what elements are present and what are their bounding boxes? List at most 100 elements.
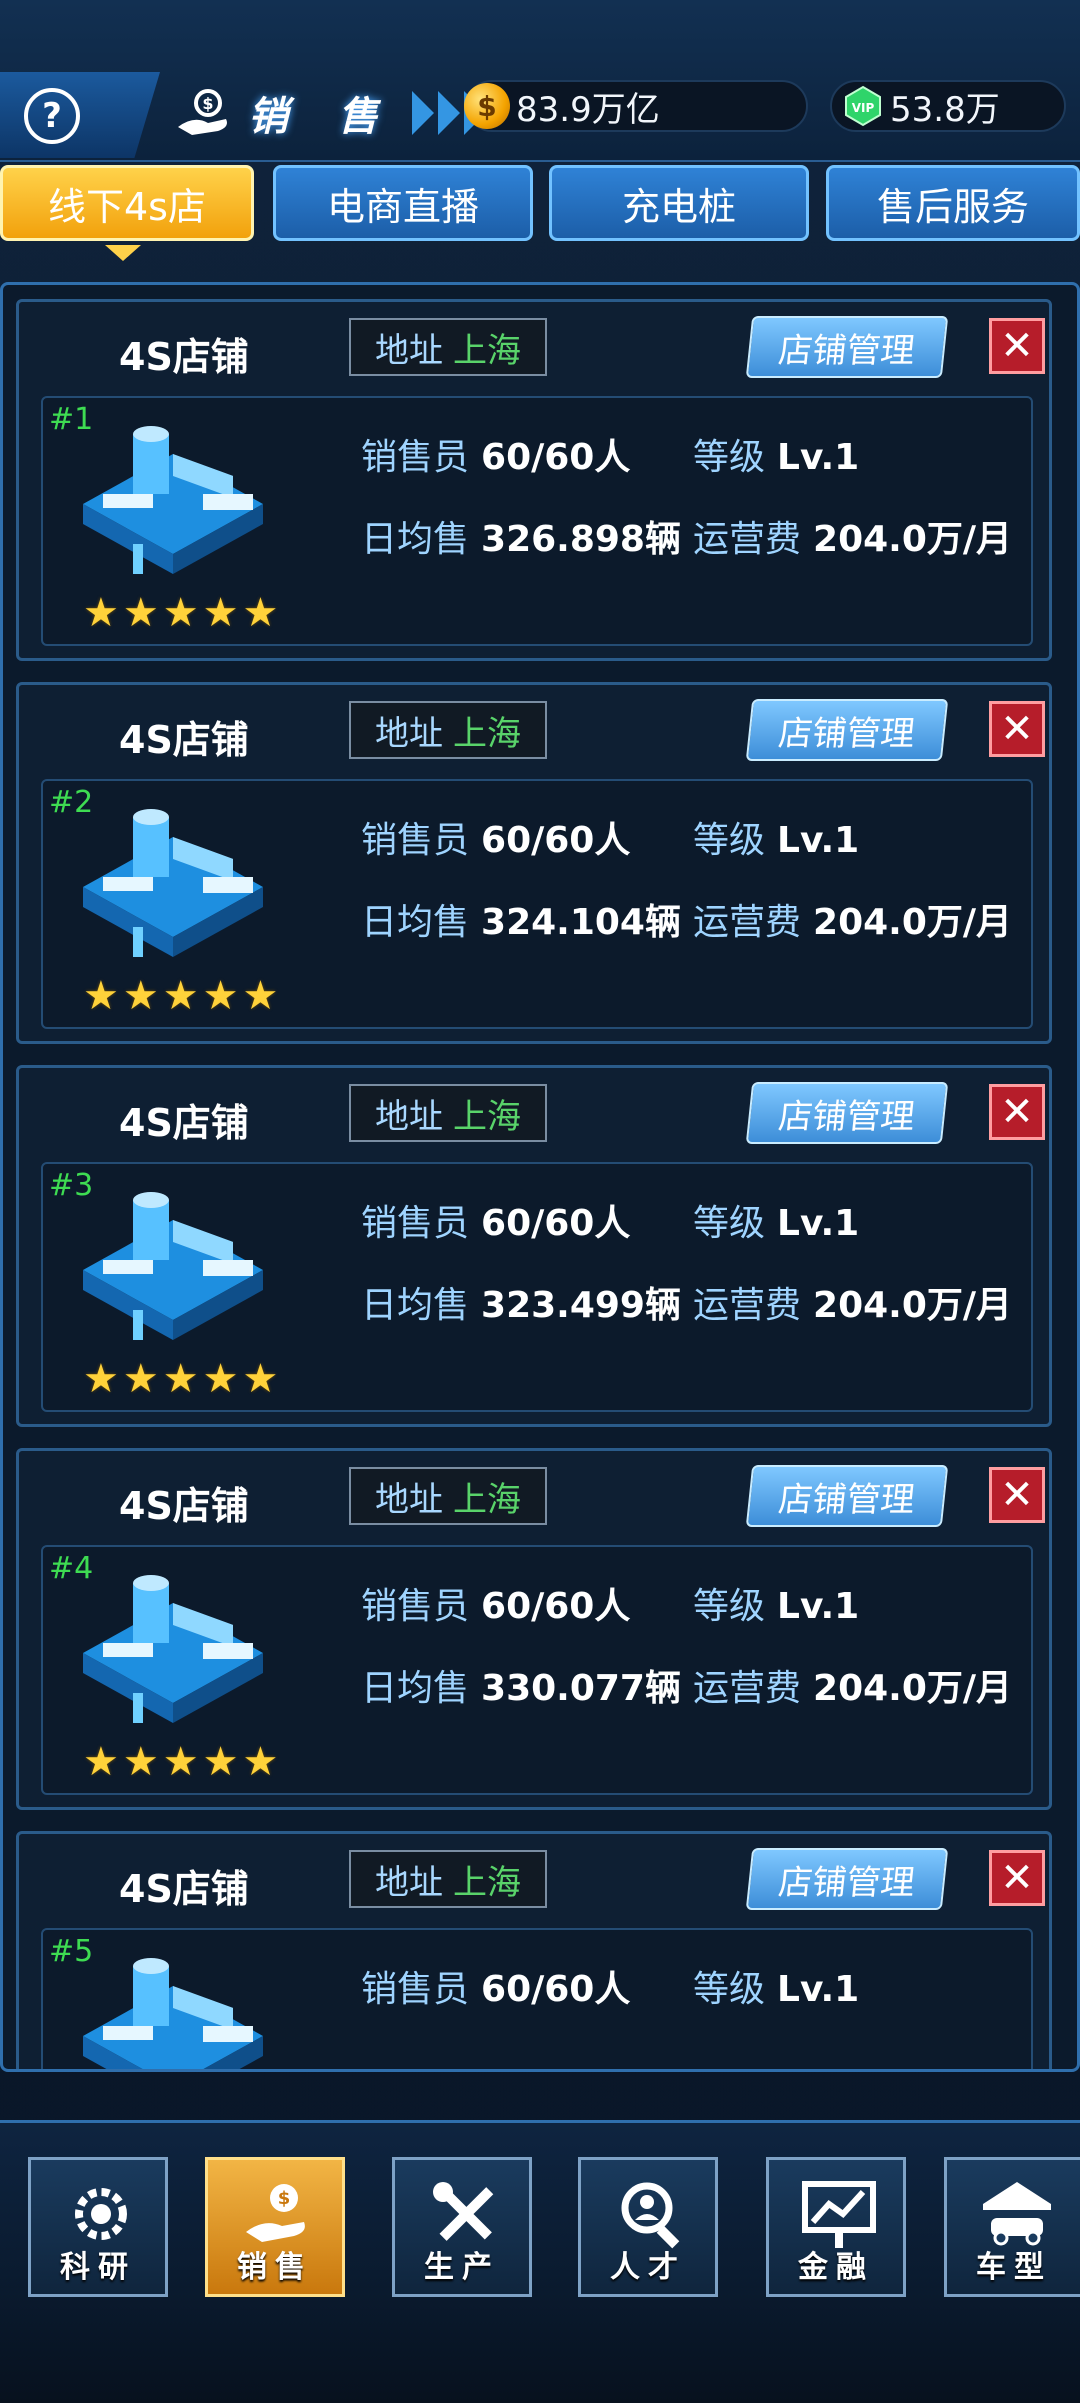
- nav-car-models[interactable]: 车型: [944, 2157, 1080, 2297]
- star-icon: ★: [162, 590, 199, 636]
- star-rating: ★ ★ ★ ★ ★: [83, 1742, 278, 1782]
- store-manage-button[interactable]: 店铺管理: [745, 316, 949, 378]
- staff-label: 销售员: [361, 1203, 470, 1244]
- address-city: 上海: [453, 1862, 521, 1903]
- level-value: Lv.1: [777, 1586, 860, 1627]
- level-value: Lv.1: [777, 1969, 860, 2010]
- store-card: 4S店铺 地址 上海 店铺管理 ✕ #5 销售员 60/60人 等级 Lv.1: [16, 1831, 1052, 2069]
- nav-finance[interactable]: 金融: [766, 2157, 906, 2297]
- staff-value: 60/60人: [481, 1969, 631, 2010]
- address-label: 地址: [375, 1096, 443, 1137]
- gem-currency: VIP 53.8万: [830, 80, 1066, 132]
- nav-production[interactable]: 生产: [392, 2157, 532, 2297]
- star-rating: ★ ★ ★ ★ ★: [83, 593, 278, 633]
- car-garage-icon: [983, 2182, 1051, 2246]
- svg-text:VIP: VIP: [852, 101, 875, 115]
- page-title-badge: $ 销 售: [172, 78, 486, 148]
- gold-currency: $ 83.9万亿: [464, 80, 808, 132]
- staff-value: 60/60人: [481, 820, 631, 861]
- star-icon: ★: [83, 590, 119, 636]
- store-manage-button[interactable]: 店铺管理: [745, 699, 949, 761]
- sales-money-hand-icon: $: [246, 2184, 305, 2242]
- bottom-nav: 科研 $ 销售 生产 人才 金融 车型: [0, 2120, 1080, 2403]
- star-icon: ★: [242, 1739, 279, 1785]
- address-city: 上海: [453, 330, 521, 371]
- store-rank: #3: [49, 1168, 94, 1203]
- level-label: 等级: [693, 1969, 766, 2010]
- store-card: 4S店铺 地址 上海 店铺管理 ✕ #3 ★ ★ ★ ★ ★ 销售员 60/60…: [16, 1065, 1052, 1427]
- level-stat: 等级 Lv.1: [693, 1194, 859, 1246]
- gem-amount: 53.8万: [890, 89, 1000, 130]
- store-manage-button[interactable]: 店铺管理: [745, 1465, 949, 1527]
- staff-value: 60/60人: [481, 1203, 631, 1244]
- star-icon: ★: [83, 1739, 119, 1785]
- close-store-button[interactable]: ✕: [989, 701, 1045, 757]
- star-icon: ★: [202, 973, 239, 1019]
- close-store-button[interactable]: ✕: [989, 1084, 1045, 1140]
- operating-cost-label: 运营费: [693, 1285, 802, 1326]
- store-card: 4S店铺 地址 上海 店铺管理 ✕ #2 ★ ★ ★ ★ ★ 销售员 60/60…: [16, 682, 1052, 1044]
- address-label: 地址: [375, 713, 443, 754]
- staff-stat: 销售员 60/60人: [361, 1960, 630, 2012]
- level-stat: 等级 Lv.1: [693, 1577, 859, 1629]
- research-gear-icon: [75, 2188, 127, 2240]
- operating-cost-stat: 运营费 204.0万/月: [693, 1276, 1012, 1328]
- nav-research[interactable]: 科研: [28, 2157, 168, 2297]
- store-name: 4S店铺: [119, 1484, 249, 1528]
- level-label: 等级: [693, 437, 766, 478]
- star-icon: ★: [122, 1739, 159, 1785]
- star-icon: ★: [202, 590, 239, 636]
- store-card: 4S店铺 地址 上海 店铺管理 ✕ #4 ★ ★ ★ ★ ★ 销售员 60/60…: [16, 1448, 1052, 1810]
- operating-cost-stat: 运营费 204.0万/月: [693, 893, 1012, 945]
- close-store-button[interactable]: ✕: [989, 1850, 1045, 1906]
- close-store-button[interactable]: ✕: [989, 318, 1045, 374]
- tab-charging-pile[interactable]: 充电桩: [549, 165, 809, 241]
- daily-sales-value: 323.499辆: [481, 1285, 681, 1326]
- store-manage-button[interactable]: 店铺管理: [745, 1082, 949, 1144]
- daily-sales-value: 330.077辆: [481, 1668, 681, 1709]
- daily-sales-label: 日均售: [361, 519, 470, 560]
- nav-talent[interactable]: 人才: [578, 2157, 718, 2297]
- daily-sales-stat: 日均售 326.898辆: [361, 510, 681, 562]
- address-label: 地址: [375, 1479, 443, 1520]
- store-type-tabs: 线下4s店 电商直播 充电桩 售后服务: [0, 165, 1080, 245]
- tab-after-sales[interactable]: 售后服务: [826, 165, 1080, 241]
- help-button[interactable]: ?: [24, 88, 80, 144]
- production-tools-icon: [433, 2182, 494, 2241]
- star-icon: ★: [162, 1356, 199, 1402]
- store-details: #3 ★ ★ ★ ★ ★ 销售员 60/60人 等级 Lv.1 日均售 323.…: [41, 1162, 1033, 1412]
- level-value: Lv.1: [777, 1203, 860, 1244]
- daily-sales-value: 324.104辆: [481, 902, 681, 943]
- star-icon: ★: [83, 973, 119, 1019]
- tab-ecommerce-live[interactable]: 电商直播: [273, 165, 533, 241]
- daily-sales-stat: 日均售 324.104辆: [361, 893, 681, 945]
- star-icon: ★: [162, 973, 199, 1019]
- level-value: Lv.1: [777, 820, 860, 861]
- store-details: #1 ★ ★ ★ ★ ★ 销售员 60/60人 等级 Lv.1 日均售 326.…: [41, 396, 1033, 646]
- operating-cost-label: 运营费: [693, 902, 802, 943]
- store-manage-button[interactable]: 店铺管理: [745, 1848, 949, 1910]
- level-label: 等级: [693, 820, 766, 861]
- page-title: 销 售: [248, 94, 396, 140]
- top-header: ? $ 销 售 $ 83.9万亿 VIP 53.8万: [0, 0, 1080, 162]
- store-name: 4S店铺: [119, 335, 249, 379]
- star-icon: ★: [122, 973, 159, 1019]
- level-label: 等级: [693, 1586, 766, 1627]
- daily-sales-stat: 日均售 330.077辆: [361, 1659, 681, 1711]
- close-store-button[interactable]: ✕: [989, 1467, 1045, 1523]
- operating-cost-value: 204.0万/月: [813, 1285, 1013, 1326]
- level-value: Lv.1: [777, 437, 860, 478]
- store-details: #4 ★ ★ ★ ★ ★ 销售员 60/60人 等级 Lv.1 日均售 330.…: [41, 1545, 1033, 1795]
- operating-cost-stat: 运营费 204.0万/月: [693, 1659, 1012, 1711]
- address-city: 上海: [453, 713, 521, 754]
- level-stat: 等级 Lv.1: [693, 1960, 859, 2012]
- talent-search-icon: [621, 2182, 680, 2249]
- factory-icon: [83, 809, 263, 957]
- store-list[interactable]: 4S店铺 地址 上海 店铺管理 ✕ #1 ★ ★ ★ ★ ★ 销售员 60/60…: [0, 282, 1080, 2072]
- star-icon: ★: [83, 1356, 119, 1402]
- tab-offline-4s[interactable]: 线下4s店: [0, 165, 254, 241]
- nav-sales[interactable]: $ 销售: [205, 2157, 345, 2297]
- money-hand-icon: $: [172, 84, 236, 142]
- staff-value: 60/60人: [481, 1586, 631, 1627]
- store-name: 4S店铺: [119, 718, 249, 762]
